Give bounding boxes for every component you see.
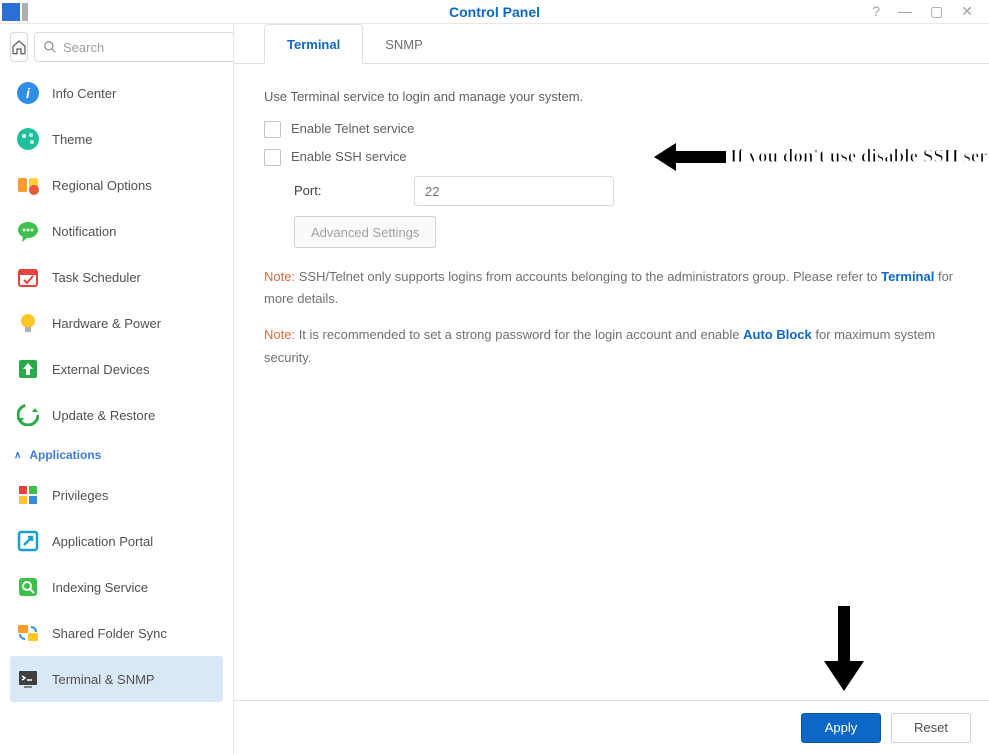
sidebar: i Info Center Theme Regional Options Not…	[0, 24, 234, 754]
footer: Apply Reset	[234, 700, 989, 754]
chevron-up-icon: ∧	[14, 450, 21, 461]
reset-button[interactable]: Reset	[891, 713, 971, 743]
info-icon: i	[16, 81, 40, 105]
terminal-icon	[16, 667, 40, 691]
sidebar-item-label: Theme	[52, 132, 92, 147]
sidebar-item-hardware[interactable]: Hardware & Power	[10, 300, 223, 346]
tab-snmp[interactable]: SNMP	[363, 24, 445, 64]
sidebar-item-notification[interactable]: Notification	[10, 208, 223, 254]
tab-terminal[interactable]: Terminal	[264, 24, 363, 64]
terminal-link[interactable]: Terminal	[881, 269, 934, 284]
enable-telnet-label: Enable Telnet service	[291, 118, 414, 140]
sidebar-item-app-portal[interactable]: Application Portal	[10, 518, 223, 564]
sidebar-item-label: Hardware & Power	[52, 316, 161, 331]
note-2: Note: It is recommended to set a strong …	[264, 324, 959, 368]
chat-icon	[16, 219, 40, 243]
sidebar-item-theme[interactable]: Theme	[10, 116, 223, 162]
portal-icon	[16, 529, 40, 553]
home-button[interactable]	[10, 32, 28, 62]
sidebar-item-label: Regional Options	[52, 178, 152, 193]
upload-icon	[16, 357, 40, 381]
regional-icon	[16, 173, 40, 197]
note-label: Note:	[264, 327, 295, 342]
sidebar-item-label: Task Scheduler	[52, 270, 141, 285]
sidebar-item-label: Notification	[52, 224, 116, 239]
bulb-icon	[16, 311, 40, 335]
sidebar-item-label: Privileges	[52, 488, 108, 503]
tab-label: Terminal	[287, 37, 340, 52]
sidebar-item-task-scheduler[interactable]: Task Scheduler	[10, 254, 223, 300]
auto-block-link[interactable]: Auto Block	[743, 327, 812, 342]
port-label: Port:	[294, 180, 414, 202]
sidebar-item-label: External Devices	[52, 362, 150, 377]
privileges-icon	[16, 483, 40, 507]
title-bar: Control Panel ? — ▢ ✕	[0, 0, 989, 24]
sync-icon	[16, 621, 40, 645]
enable-ssh-checkbox[interactable]	[264, 149, 281, 166]
main-content: Terminal SNMP Use Terminal service to lo…	[234, 24, 989, 754]
sidebar-group-label: Applications	[29, 448, 101, 462]
tab-bar: Terminal SNMP	[234, 24, 989, 64]
sidebar-item-info-center[interactable]: i Info Center	[10, 70, 223, 116]
sidebar-item-privileges[interactable]: Privileges	[10, 472, 223, 518]
sidebar-item-label: Shared Folder Sync	[52, 626, 167, 641]
sidebar-item-label: Update & Restore	[52, 408, 155, 423]
tab-label: SNMP	[385, 37, 423, 52]
sidebar-item-external-devices[interactable]: External Devices	[10, 346, 223, 392]
home-icon	[11, 39, 27, 55]
search-icon	[43, 40, 57, 54]
calendar-icon	[16, 265, 40, 289]
sidebar-item-label: Info Center	[52, 86, 116, 101]
sidebar-item-label: Terminal & SNMP	[52, 672, 155, 687]
palette-icon	[16, 127, 40, 151]
search-input[interactable]	[63, 40, 234, 55]
advanced-settings-button[interactable]: Advanced Settings	[294, 216, 436, 248]
enable-ssh-label: Enable SSH service	[291, 146, 407, 168]
sidebar-item-label: Application Portal	[52, 534, 153, 549]
apply-button[interactable]: Apply	[801, 713, 881, 743]
refresh-icon	[16, 403, 40, 427]
sidebar-item-update-restore[interactable]: Update & Restore	[10, 392, 223, 438]
sidebar-item-label: Indexing Service	[52, 580, 148, 595]
note-label: Note:	[264, 269, 295, 284]
window-title: Control Panel	[0, 4, 989, 20]
note-1: Note: SSH/Telnet only supports logins fr…	[264, 266, 959, 310]
port-input[interactable]	[414, 176, 614, 206]
sidebar-item-shared-folder-sync[interactable]: Shared Folder Sync	[10, 610, 223, 656]
sidebar-item-indexing[interactable]: Indexing Service	[10, 564, 223, 610]
sidebar-item-terminal-snmp[interactable]: Terminal & SNMP	[10, 656, 223, 702]
content-body: Use Terminal service to login and manage…	[234, 64, 989, 700]
sidebar-item-regional[interactable]: Regional Options	[10, 162, 223, 208]
terminal-description: Use Terminal service to login and manage…	[264, 86, 959, 108]
enable-telnet-checkbox[interactable]	[264, 121, 281, 138]
search-box[interactable]	[34, 32, 234, 62]
indexing-icon	[16, 575, 40, 599]
sidebar-group-applications[interactable]: ∧ Applications	[10, 438, 223, 472]
